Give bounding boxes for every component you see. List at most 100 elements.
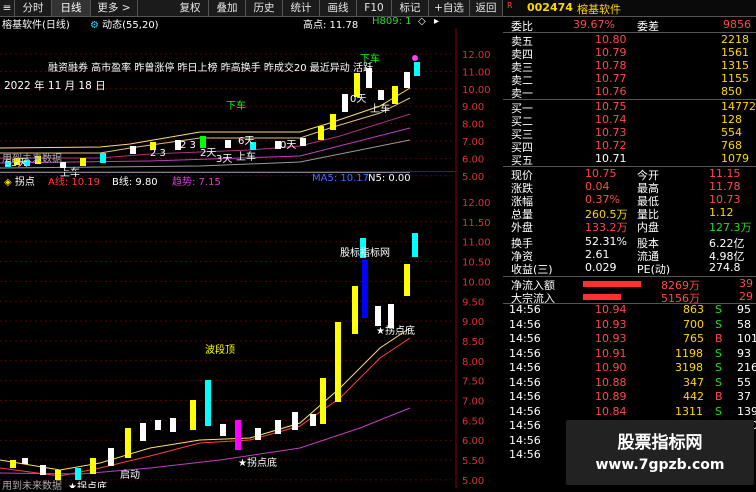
buy-price: 10.74 bbox=[595, 113, 627, 126]
label-days: 3天 bbox=[216, 154, 232, 165]
candle bbox=[140, 423, 146, 441]
b-line-label: B线: 9.80 bbox=[112, 177, 158, 188]
sell-volume: 2218 bbox=[721, 33, 749, 46]
flow-pct: 29 bbox=[739, 290, 753, 303]
site-label: 股标指标网 bbox=[340, 246, 390, 259]
watermark-url: www.7gpzb.com bbox=[595, 457, 725, 473]
candle bbox=[75, 468, 81, 480]
quote-value: 0.04 bbox=[585, 180, 610, 193]
buy-volume: 14772 bbox=[721, 100, 756, 113]
tick-time: 14:56 bbox=[509, 332, 541, 345]
sell-volume: 1315 bbox=[721, 59, 749, 72]
y-tick-label: 5.00 bbox=[462, 172, 484, 183]
ma5-label: MA5: 10.17 bbox=[312, 173, 370, 184]
label-get-on: 上车 bbox=[236, 150, 256, 163]
label-days: 0天 bbox=[280, 140, 296, 151]
diamond-icon[interactable]: ◇ bbox=[418, 16, 426, 27]
buy-volume: 554 bbox=[721, 126, 742, 139]
buy-level-label: 买五 bbox=[511, 154, 533, 167]
sell-volume: 1155 bbox=[721, 72, 749, 85]
draw-line-button[interactable]: 画线 bbox=[320, 0, 357, 16]
tick-side: S bbox=[715, 346, 722, 360]
stock-code: 002474 bbox=[527, 1, 573, 14]
candle bbox=[378, 90, 384, 100]
tick-price: 10.84 bbox=[595, 404, 627, 418]
a-line-label: A线: 10.19 bbox=[48, 177, 101, 188]
buy-volume: 128 bbox=[721, 113, 742, 126]
expand-icon[interactable]: ▸ bbox=[434, 16, 439, 27]
sell-price: 10.79 bbox=[595, 46, 627, 59]
history-button[interactable]: 历史 bbox=[246, 0, 283, 16]
start-label: 启动 bbox=[120, 468, 140, 481]
menu-icon[interactable]: ≡ bbox=[0, 0, 15, 16]
quote-value: 10.75 bbox=[585, 167, 617, 180]
y-tick-label: 10.00 bbox=[462, 277, 491, 288]
sell-price: 10.80 bbox=[595, 33, 627, 46]
label-days: 0天 bbox=[350, 94, 366, 105]
overlay-button[interactable]: 叠加 bbox=[209, 0, 246, 16]
candle bbox=[392, 86, 398, 104]
back-button[interactable]: 返回 bbox=[470, 0, 503, 16]
f10-button[interactable]: F10 bbox=[357, 0, 392, 16]
tick-time: 14:56 bbox=[509, 448, 541, 461]
stats-button[interactable]: 统计 bbox=[283, 0, 320, 16]
chart-canvas[interactable]: 12.00 11.00 10.00 9.00 8.00 7.00 6.00 5.00 12.00… bbox=[0, 28, 500, 488]
tick-price: 10.93 bbox=[595, 317, 627, 331]
stock-header: R 002474 榕基软件 bbox=[503, 0, 756, 17]
turn-bottom-label: ★拐点底 bbox=[238, 456, 277, 469]
quote-label: 收益(三) bbox=[511, 263, 553, 276]
tick-price: 10.88 bbox=[595, 375, 627, 389]
candle bbox=[300, 138, 306, 146]
y-tick-label: 12.00 bbox=[462, 50, 491, 61]
quote-value: 52.31% bbox=[585, 235, 627, 248]
candle bbox=[90, 458, 96, 474]
label-days: 6天 bbox=[238, 136, 254, 147]
candle bbox=[275, 420, 281, 434]
y-tick-label: 9.00 bbox=[462, 102, 484, 113]
candle bbox=[108, 448, 114, 466]
tick-time: 14:56 bbox=[509, 404, 541, 418]
buy-volume: 1079 bbox=[721, 152, 749, 165]
tick-volume: 347 bbox=[683, 375, 704, 389]
tick-price: 10.91 bbox=[595, 346, 627, 360]
label-get-off: 下车 bbox=[226, 99, 246, 112]
stock-name: 榕基软件 bbox=[577, 3, 621, 16]
y-tick-label: 11.00 bbox=[462, 67, 491, 78]
candle bbox=[200, 136, 206, 148]
y-tick-label: 9.00 bbox=[462, 317, 484, 328]
y-tick-label: 6.00 bbox=[462, 154, 484, 165]
y-tick-label: 8.00 bbox=[462, 357, 484, 368]
flow-pct: 39 bbox=[739, 277, 753, 290]
more-button[interactable]: 更多 > bbox=[91, 0, 138, 16]
label-days: 2 3 bbox=[180, 140, 196, 151]
sell-volume: 850 bbox=[721, 85, 742, 98]
tick-time: 14:56 bbox=[509, 433, 541, 447]
candle bbox=[310, 414, 316, 426]
candle bbox=[225, 140, 231, 148]
candle bbox=[330, 114, 336, 130]
quote-panel: R 002474 榕基软件 委比 39.67% 委差 9856 卖五 10.80 2… bbox=[503, 0, 756, 487]
tab-daily[interactable]: 日线 bbox=[52, 0, 91, 16]
y-tick-label: 7.00 bbox=[462, 397, 484, 408]
mark-button[interactable]: 标记 bbox=[392, 0, 429, 16]
y-tick-label: 11.50 bbox=[462, 218, 491, 229]
tick-count: 216 bbox=[737, 361, 756, 374]
upper-future-note: 用到未来数据 bbox=[2, 154, 62, 165]
tick-time: 14:56 bbox=[509, 317, 541, 331]
quote-value: 2.61 bbox=[585, 248, 610, 261]
add-watchlist-button[interactable]: +自选 bbox=[429, 0, 470, 16]
candle bbox=[100, 153, 106, 163]
lower-title: ◈ 拐点 bbox=[4, 177, 35, 188]
tick-volume: 442 bbox=[683, 390, 704, 403]
candle bbox=[40, 465, 46, 475]
y-tick-label: 8.00 bbox=[462, 120, 484, 131]
buy-price: 10.75 bbox=[595, 100, 627, 113]
tick-volume: 1311 bbox=[675, 404, 703, 418]
restore-rights-button[interactable]: 复权 bbox=[172, 0, 209, 16]
y-tick-label: 8.50 bbox=[462, 337, 484, 348]
quote-label: 内盘 bbox=[637, 221, 659, 234]
tick-volume: 765 bbox=[683, 332, 704, 345]
turn-bottom-label: ★拐点底 bbox=[376, 324, 415, 337]
y-tick-label: 5.00 bbox=[462, 476, 484, 487]
tab-intraday[interactable]: 分时 bbox=[15, 0, 52, 16]
